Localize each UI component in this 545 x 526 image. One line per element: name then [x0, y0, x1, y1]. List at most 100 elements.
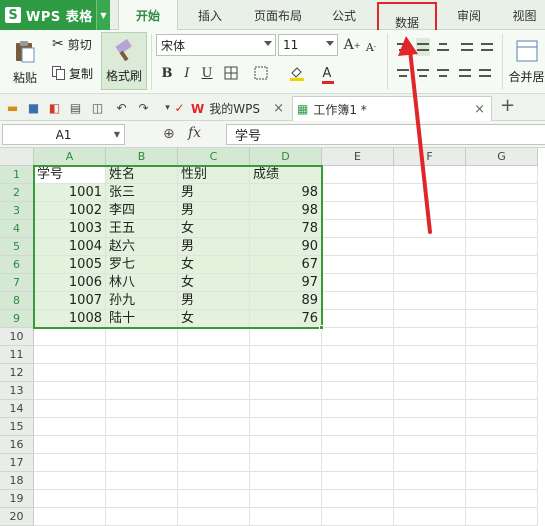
fill-color-icon[interactable] — [288, 64, 306, 82]
tab-page-layout[interactable]: 页面布局 — [244, 0, 312, 30]
cell-G6[interactable] — [466, 256, 538, 274]
cell-A3[interactable]: 1002 — [34, 202, 106, 220]
column-header[interactable]: C — [178, 148, 250, 166]
row-header[interactable]: 1 — [0, 166, 34, 184]
folder-icon[interactable]: ▬ — [5, 100, 20, 115]
print-preview-icon[interactable]: ◫ — [90, 100, 105, 115]
copy-button[interactable]: 复制 — [52, 63, 98, 83]
cell-D14[interactable] — [250, 400, 322, 418]
row-header[interactable]: 18 — [0, 472, 34, 490]
cell-F13[interactable] — [394, 382, 466, 400]
redo-icon[interactable]: ↷ — [136, 100, 151, 115]
doc-tab-my-wps[interactable]: W 我的WPS × — [188, 96, 288, 121]
cell-G4[interactable] — [466, 220, 538, 238]
cell-C3[interactable]: 男 — [178, 202, 250, 220]
row-header[interactable]: 11 — [0, 346, 34, 364]
increase-indent-icon[interactable] — [480, 38, 494, 56]
cell-F6[interactable] — [394, 256, 466, 274]
select-all-corner[interactable] — [0, 148, 34, 166]
paste-button[interactable]: 粘贴 — [6, 34, 44, 90]
cell-C1[interactable]: 性别 — [178, 166, 250, 184]
cell-D5[interactable]: 90 — [250, 238, 322, 256]
cell-B15[interactable] — [106, 418, 178, 436]
distributed-icon[interactable] — [478, 64, 492, 82]
cut-button[interactable]: ✂ 剪切 — [52, 34, 98, 54]
cell-C14[interactable] — [178, 400, 250, 418]
cell-E9[interactable] — [322, 310, 394, 328]
cell-D17[interactable] — [250, 454, 322, 472]
cell-G9[interactable] — [466, 310, 538, 328]
cell-E8[interactable] — [322, 292, 394, 310]
cell-C4[interactable]: 女 — [178, 220, 250, 238]
cell-B2[interactable]: 张三 — [106, 184, 178, 202]
cell-A2[interactable]: 1001 — [34, 184, 106, 202]
cell-G5[interactable] — [466, 238, 538, 256]
cell-A10[interactable] — [34, 328, 106, 346]
column-header[interactable]: G — [466, 148, 538, 166]
cell-B12[interactable] — [106, 364, 178, 382]
cell-E17[interactable] — [322, 454, 394, 472]
justify-icon[interactable] — [458, 64, 472, 82]
print-icon[interactable]: ▤ — [68, 100, 83, 115]
cell-F3[interactable] — [394, 202, 466, 220]
cell-A18[interactable] — [34, 472, 106, 490]
cell-D12[interactable] — [250, 364, 322, 382]
cell-E14[interactable] — [322, 400, 394, 418]
cell-E19[interactable] — [322, 490, 394, 508]
cell-C2[interactable]: 男 — [178, 184, 250, 202]
cell-E3[interactable] — [322, 202, 394, 220]
cell-A14[interactable] — [34, 400, 106, 418]
cell-D2[interactable]: 98 — [250, 184, 322, 202]
zoom-icon[interactable]: ⊕ — [163, 126, 175, 142]
cell-G1[interactable] — [466, 166, 538, 184]
cell-E18[interactable] — [322, 472, 394, 490]
cell-F8[interactable] — [394, 292, 466, 310]
cell-C19[interactable] — [178, 490, 250, 508]
chevron-down-icon[interactable]: ▼ — [96, 0, 110, 30]
export-pdf-icon[interactable]: ◧ — [47, 100, 62, 115]
cell-A8[interactable]: 1007 — [34, 292, 106, 310]
cell-C20[interactable] — [178, 508, 250, 526]
cell-C5[interactable]: 男 — [178, 238, 250, 256]
decrease-indent-icon[interactable] — [460, 38, 474, 56]
row-header[interactable]: 12 — [0, 364, 34, 382]
doc-tab-workbook[interactable]: ▦ 工作簿1 * × — [292, 96, 492, 121]
tab-review[interactable]: 审阅 — [444, 0, 494, 30]
cell-D16[interactable] — [250, 436, 322, 454]
cell-B16[interactable] — [106, 436, 178, 454]
cell-D9[interactable]: 76 — [250, 310, 322, 328]
cell-B7[interactable]: 林八 — [106, 274, 178, 292]
cell-E20[interactable] — [322, 508, 394, 526]
cell-A9[interactable]: 1008 — [34, 310, 106, 328]
tab-view[interactable]: 视图 — [504, 0, 545, 30]
cell-E1[interactable] — [322, 166, 394, 184]
merge-center-button[interactable]: 合并居 — [508, 34, 545, 90]
cell-B8[interactable]: 孙九 — [106, 292, 178, 310]
tab-home[interactable]: 开始 — [118, 0, 178, 31]
column-header[interactable]: B — [106, 148, 178, 166]
cell-E15[interactable] — [322, 418, 394, 436]
tab-insert[interactable]: 插入 — [184, 0, 236, 30]
cell-F12[interactable] — [394, 364, 466, 382]
align-bottom-icon[interactable] — [436, 38, 450, 56]
cell-A1[interactable]: 学号 — [34, 166, 106, 184]
bold-icon[interactable]: B — [158, 64, 176, 82]
row-header[interactable]: 8 — [0, 292, 34, 310]
cell-E10[interactable] — [322, 328, 394, 346]
row-header[interactable]: 17 — [0, 454, 34, 472]
cell-A17[interactable] — [34, 454, 106, 472]
cell-D10[interactable] — [250, 328, 322, 346]
cell-F1[interactable] — [394, 166, 466, 184]
row-header[interactable]: 4 — [0, 220, 34, 238]
column-header[interactable]: F — [394, 148, 466, 166]
align-center-icon[interactable] — [416, 64, 430, 82]
cell-C13[interactable] — [178, 382, 250, 400]
cell-C16[interactable] — [178, 436, 250, 454]
cell-D1[interactable]: 成绩 — [250, 166, 322, 184]
cell-G12[interactable] — [466, 364, 538, 382]
cell-B11[interactable] — [106, 346, 178, 364]
cell-G10[interactable] — [466, 328, 538, 346]
cell-F11[interactable] — [394, 346, 466, 364]
row-header[interactable]: 13 — [0, 382, 34, 400]
cell-C12[interactable] — [178, 364, 250, 382]
